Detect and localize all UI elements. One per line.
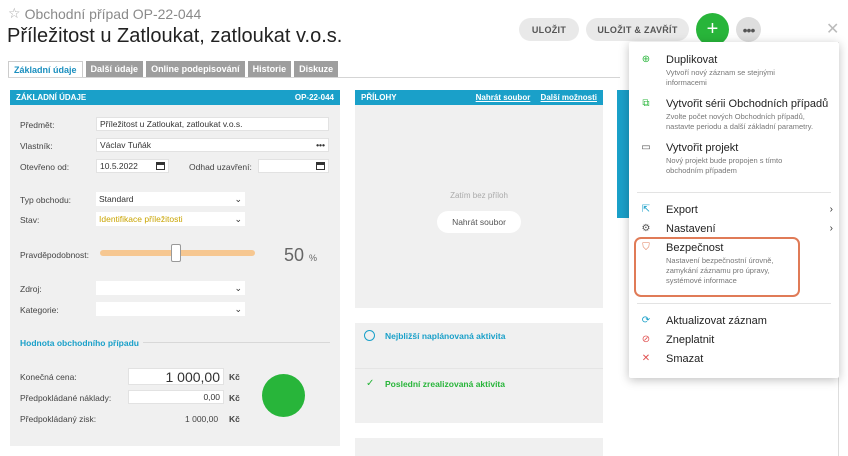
attachments-title: PŘÍLOHY <box>361 93 397 102</box>
opened-date-input[interactable]: 10.5.2022 <box>96 159 169 173</box>
opened-date-value: 10.5.2022 <box>100 161 138 171</box>
probability-label: Pravděpodobnost: <box>20 250 89 260</box>
last-done-activity[interactable]: Poslední zrealizovaná aktivita <box>385 379 505 389</box>
calendar-icon[interactable] <box>156 162 165 170</box>
menu-item-label: Vytvořit projekt <box>666 142 739 154</box>
tab-discussion[interactable]: Diskuze <box>294 61 339 77</box>
record-subtitle-text: Obchodní případ OP-22-044 <box>24 5 202 22</box>
ellipsis-icon[interactable]: ••• <box>316 140 325 150</box>
refresh-icon: ⟳ <box>641 315 651 326</box>
deal-type-select[interactable]: Standard ⌄ <box>96 192 245 206</box>
chevron-down-icon: ⌄ <box>234 303 242 314</box>
probability-slider-handle[interactable] <box>171 244 181 262</box>
chevron-down-icon: ⌄ <box>234 213 242 224</box>
category-select[interactable]: ⌄ <box>96 302 245 316</box>
owner-label: Vlastník: <box>20 141 53 151</box>
close-estimate-input[interactable] <box>258 159 329 173</box>
deal-type-value: Standard <box>99 194 134 204</box>
final-price-label: Konečná cena: <box>20 372 77 382</box>
no-attachments-text: Zatím bez příloh <box>450 191 508 200</box>
series-icon: ⧉ <box>642 98 650 109</box>
security-highlight <box>634 237 800 297</box>
menu-item-label: Aktualizovat záznam <box>666 315 767 327</box>
basic-info-header: ZÁKLADNÍ ÚDAJE OP-22-044 <box>10 90 340 105</box>
record-subtitle: ☆ Obchodní případ OP-22-044 <box>8 5 201 22</box>
more-options-menu: ⊕ Duplikovat Vytvoří nový záznam se stej… <box>629 42 839 378</box>
upload-file-link[interactable]: Nahrát soubor <box>476 93 531 102</box>
delete-icon: ✕ <box>641 353 651 364</box>
gear-icon: ⚙ <box>641 223 651 234</box>
subject-input[interactable]: Příležitost u Zatloukat, zatloukat v.o.s… <box>96 117 329 131</box>
probability-unit: % <box>309 253 318 263</box>
menu-item-label: Duplikovat <box>666 54 718 66</box>
expected-profit-value: 1 000,00 <box>185 414 219 424</box>
record-code: OP-22-044 <box>294 93 334 102</box>
close-estimate-label: Odhad uzavření: <box>189 162 252 172</box>
category-label: Kategorie: <box>20 305 59 315</box>
profit-indicator-circle <box>262 374 305 417</box>
calendar-icon[interactable] <box>316 162 325 170</box>
deal-type-label: Typ obchodu: <box>20 195 72 205</box>
menu-item-desc: Zvolte počet nových Obchodních případů, … <box>666 112 814 131</box>
attachments-header: PŘÍLOHY Nahrát soubor Další možnosti <box>355 90 603 105</box>
bottom-panel <box>355 438 603 456</box>
close-icon[interactable]: ✕ <box>826 19 839 39</box>
tab-bar: Základní údaje Další údaje Online podepi… <box>8 61 339 77</box>
state-value: Identifikace příležitosti <box>99 214 183 224</box>
expected-profit-label: Předpokládaný zisk: <box>20 414 97 424</box>
subject-label: Předmět: <box>20 120 55 130</box>
star-icon[interactable]: ☆ <box>8 5 21 22</box>
menu-separator <box>637 192 831 193</box>
activity-divider <box>355 368 603 369</box>
chevron-down-icon: ⌄ <box>234 282 242 293</box>
tab-divider <box>8 77 620 78</box>
menu-item-label: Zneplatnit <box>666 334 715 346</box>
chevron-right-icon: › <box>829 204 833 215</box>
menu-item-label: Export <box>666 204 698 216</box>
currency-label: Kč <box>229 393 240 403</box>
menu-item-desc: Vytvoří nový záznam se stejnými informac… <box>666 68 775 87</box>
more-options-link[interactable]: Další možnosti <box>541 93 597 102</box>
side-panel-edge <box>617 90 629 218</box>
deal-value-section-title: Hodnota obchodního případu <box>20 338 139 348</box>
eye-off-icon: ⊘ <box>641 334 651 345</box>
currency-label: Kč <box>229 372 240 382</box>
export-icon: ⇱ <box>641 204 651 215</box>
menu-item-desc: Nový projekt bude propojen s tímto obcho… <box>666 156 783 175</box>
currency-label: Kč <box>229 414 240 424</box>
check-icon: ✓ <box>366 378 375 389</box>
tab-basic[interactable]: Základní údaje <box>8 61 83 77</box>
basic-info-title: ZÁKLADNÍ ÚDAJE <box>16 93 87 102</box>
final-price-input[interactable]: 1 000,00 <box>128 368 224 385</box>
probability-value: 50 <box>284 245 305 265</box>
tab-history[interactable]: Historie <box>247 61 292 77</box>
state-select[interactable]: Identifikace příležitosti ⌄ <box>96 212 245 226</box>
section-divider <box>143 342 330 343</box>
owner-input[interactable]: Václav Tuňák ••• <box>96 138 329 152</box>
save-and-close-button[interactable]: ULOŽIT & ZAVŘÍT <box>586 18 689 41</box>
menu-separator <box>637 303 831 304</box>
owner-value: Václav Tuňák <box>100 140 152 150</box>
menu-item-label: Vytvořit sérii Obchodních případů <box>666 98 829 110</box>
chevron-right-icon: › <box>829 223 833 234</box>
state-label: Stav: <box>20 215 40 225</box>
expected-costs-input[interactable]: 0,00 <box>128 390 224 404</box>
page-title: Příležitost u Zatloukat, zatloukat v.o.s… <box>7 25 343 47</box>
chevron-down-icon: ⌄ <box>234 193 242 204</box>
expected-costs-label: Předpokládané náklady: <box>20 393 112 403</box>
duplicate-icon: ⊕ <box>641 54 651 65</box>
menu-item-label: Nastavení <box>666 223 716 235</box>
tab-online-signing[interactable]: Online podepisování <box>146 61 245 77</box>
tab-more-info[interactable]: Další údaje <box>85 61 144 77</box>
next-planned-activity[interactable]: Nejbližší naplánovaná aktivita <box>385 331 505 341</box>
opened-label: Otevřeno od: <box>20 162 70 172</box>
more-options-button[interactable]: ••• <box>736 17 761 42</box>
source-label: Zdroj: <box>20 284 42 294</box>
source-select[interactable]: ⌄ <box>96 281 245 295</box>
menu-item-label: Smazat <box>666 353 704 365</box>
upload-file-button[interactable]: Nahrát soubor <box>437 211 521 233</box>
save-button[interactable]: ULOŽIT <box>519 18 579 41</box>
folder-icon: ▭ <box>641 142 651 153</box>
clock-icon <box>364 330 375 341</box>
